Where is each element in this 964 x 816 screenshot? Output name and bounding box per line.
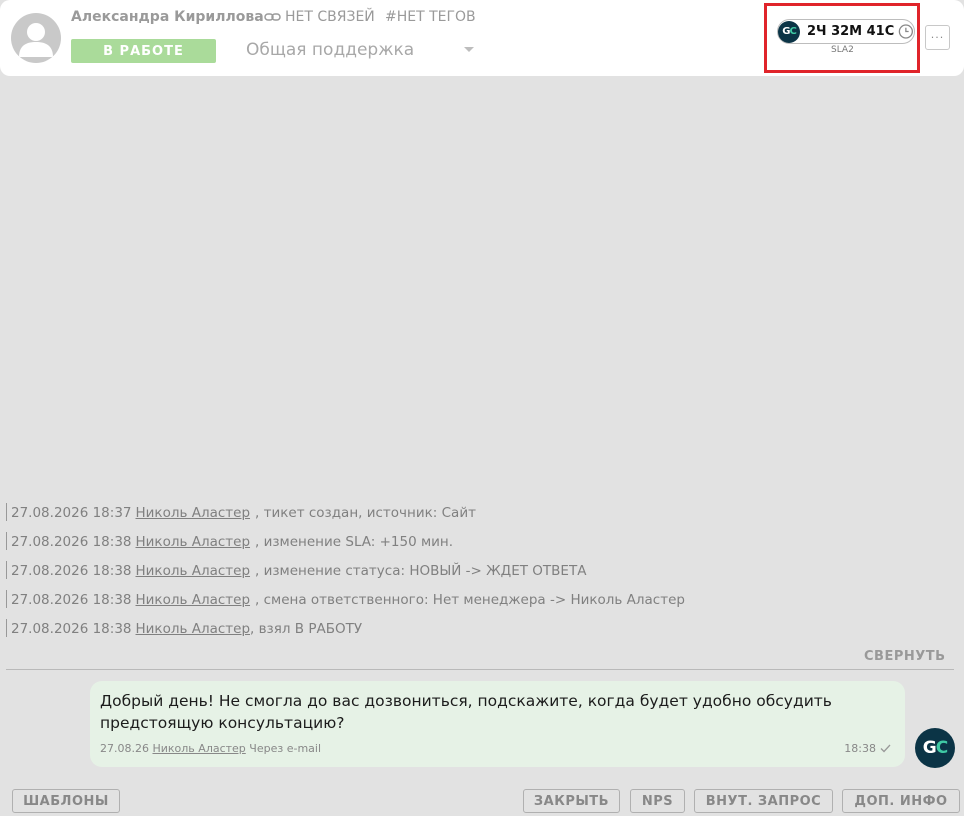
avatar-icon[interactable] (11, 13, 61, 63)
event-datetime: 27.08.2026 18:38 (11, 533, 132, 550)
event-author-link[interactable]: Николь Аластер (136, 592, 251, 608)
event-datetime: 27.08.2026 18:38 (11, 620, 132, 637)
ticket-header: Александра Кириллова НЕТ СВЯЗЕЙ #НЕТ ТЕГ… (0, 0, 964, 76)
event-datetime: 27.08.2026 18:38 (11, 562, 132, 579)
status-button[interactable]: В РАБОТЕ (71, 39, 216, 63)
event-datetime: 27.08.2026 18:37 (11, 504, 132, 521)
tags-button[interactable]: #НЕТ ТЕГОВ (385, 9, 476, 25)
chevron-down-icon[interactable] (464, 47, 474, 52)
message-channel: Через e-mail (249, 742, 322, 755)
message-author-link[interactable]: Николь Аластер (152, 742, 245, 755)
message-time-wrap: 18:38 (844, 742, 891, 755)
event-author-link[interactable]: Николь Аластер (136, 621, 251, 637)
event-author-link[interactable]: Николь Аластер (136, 505, 251, 521)
event-text: , смена ответственного: Нет менеджера ->… (255, 591, 685, 608)
client-name[interactable]: Александра Кириллова (71, 9, 264, 25)
templates-button[interactable]: ШАБЛОНЫ (12, 789, 120, 813)
event-row: 27.08.2026 18:38 Николь Аластер , взял В… (6, 614, 956, 643)
nps-button[interactable]: NPS (630, 789, 685, 813)
divider (6, 669, 954, 670)
message-meta: 27.08.26 Николь Аластер Через e-mail (100, 742, 321, 755)
event-text: , тикет создан, источник: Сайт (255, 504, 476, 521)
message-date: 27.08.26 (100, 742, 149, 755)
links-button[interactable]: НЕТ СВЯЗЕЙ (264, 9, 375, 25)
internal-request-button[interactable]: ВНУТ. ЗАПРОС (694, 789, 833, 813)
event-row: 27.08.2026 18:38 Николь Аластер , измене… (6, 556, 956, 585)
message-text: Добрый день! Не смогла до вас дозвонитьс… (100, 692, 832, 732)
clock-icon (899, 24, 914, 39)
event-text: , изменение статуса: НОВЫЙ -> ЖДЕТ ОТВЕТ… (255, 562, 587, 579)
collapse-button[interactable]: СВЕРНУТЬ (864, 649, 946, 664)
gc-logo-icon: GC (778, 20, 800, 43)
sla-time: 2Ч 32М 41С (807, 24, 895, 39)
event-text: , изменение SLA: +150 мин. (255, 533, 454, 550)
sla-timer[interactable]: GC 2Ч 32М 41С (777, 19, 915, 44)
event-log: 27.08.2026 18:37 Николь Аластер , тикет … (6, 498, 956, 643)
event-author-link[interactable]: Николь Аластер (136, 563, 251, 579)
gc-logo-icon: GC (915, 728, 955, 768)
close-ticket-button[interactable]: ЗАКРЫТЬ (523, 789, 620, 813)
check-icon (880, 744, 891, 753)
department-select[interactable]: Общая поддержка (246, 40, 414, 60)
more-icon[interactable]: ··· (925, 25, 950, 50)
sla-name: SLA2 (831, 45, 854, 55)
event-text: , взял В РАБОТУ (250, 620, 363, 637)
extra-info-button[interactable]: ДОП. ИНФО (842, 789, 960, 813)
event-row: 27.08.2026 18:38 Николь Аластер , измене… (6, 527, 956, 556)
event-datetime: 27.08.2026 18:38 (11, 591, 132, 608)
event-row: 27.08.2026 18:38 Николь Аластер , смена … (6, 585, 956, 614)
event-row: 27.08.2026 18:37 Николь Аластер , тикет … (6, 498, 956, 527)
message-time: 18:38 (844, 742, 876, 755)
message-bubble: Добрый день! Не смогла до вас дозвонитьс… (90, 681, 905, 767)
event-author-link[interactable]: Николь Аластер (136, 534, 251, 550)
links-label: НЕТ СВЯЗЕЙ (285, 9, 375, 25)
link-icon (264, 13, 281, 21)
